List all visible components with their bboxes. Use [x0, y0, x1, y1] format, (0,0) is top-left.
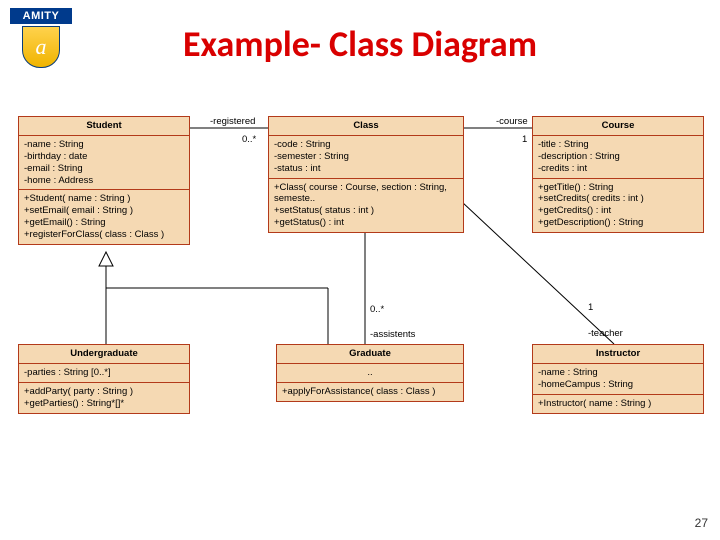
- op: +registerForClass( class : Class ): [24, 229, 184, 241]
- class-box-undergraduate: Undergraduate -parties : String [0..*] +…: [18, 344, 190, 414]
- class-ops: +Instructor( name : String ): [533, 395, 703, 413]
- attr: -homeCampus : String: [538, 379, 698, 391]
- op: +getStatus() : int: [274, 217, 458, 229]
- attr: -name : String: [538, 367, 698, 379]
- op: +Class( course : Course, section : Strin…: [274, 182, 458, 206]
- attr: -credits : int: [538, 163, 698, 175]
- class-ops: +Student( name : String ) +setEmail( ema…: [19, 190, 189, 244]
- attr: -status : int: [274, 163, 458, 175]
- op: +getTitle() : String: [538, 182, 698, 194]
- class-attrs: -code : String -semester : String -statu…: [269, 136, 463, 179]
- class-box-instructor: Instructor -name : String -homeCampus : …: [532, 344, 704, 414]
- class-attrs: -name : String -birthday : date -email :…: [19, 136, 189, 191]
- op: +Instructor( name : String ): [538, 398, 698, 410]
- assoc-teacher-mult: 1: [588, 302, 593, 313]
- assoc-assistents-label: -assistents: [370, 329, 415, 340]
- class-attrs: -name : String -homeCampus : String: [533, 364, 703, 395]
- op: +setStatus( status : int ): [274, 205, 458, 217]
- attr: -birthday : date: [24, 151, 184, 163]
- class-ops: +getTitle() : String +setCredits( credit…: [533, 179, 703, 233]
- class-box-graduate: Graduate .. +applyForAssistance( class :…: [276, 344, 464, 402]
- class-attrs: ..: [277, 364, 463, 383]
- attr: -semester : String: [274, 151, 458, 163]
- attr: -code : String: [274, 139, 458, 151]
- class-diagram: -registered 0..* -course 1 0..* -assiste…: [18, 112, 702, 472]
- class-box-student: Student -name : String -birthday : date …: [18, 116, 190, 245]
- op: +getEmail() : String: [24, 217, 184, 229]
- class-ops: +applyForAssistance( class : Class ): [277, 383, 463, 401]
- class-name: Graduate: [277, 345, 463, 364]
- assoc-registered-mult: 0..*: [242, 134, 256, 145]
- attr: -email : String: [24, 163, 184, 175]
- class-name: Class: [269, 117, 463, 136]
- op: +addParty( party : String ): [24, 386, 184, 398]
- class-box-course: Course -title : String -description : St…: [532, 116, 704, 233]
- op: +Student( name : String ): [24, 193, 184, 205]
- attr: -description : String: [538, 151, 698, 163]
- assoc-course-label: -course: [496, 116, 528, 127]
- class-name: Undergraduate: [19, 345, 189, 364]
- class-ops: +Class( course : Course, section : Strin…: [269, 179, 463, 233]
- class-box-class: Class -code : String -semester : String …: [268, 116, 464, 233]
- class-name: Student: [19, 117, 189, 136]
- assoc-registered-label: -registered: [210, 116, 255, 127]
- assoc-teacher-label: -teacher: [588, 328, 623, 339]
- class-attrs: -title : String -description : String -c…: [533, 136, 703, 179]
- attr: -title : String: [538, 139, 698, 151]
- attr: -name : String: [24, 139, 184, 151]
- op: +setEmail( email : String ): [24, 205, 184, 217]
- class-name: Instructor: [533, 345, 703, 364]
- op: +getParties() : String*[]*: [24, 398, 184, 410]
- page-number: 27: [695, 516, 708, 530]
- assoc-course-mult: 1: [522, 134, 527, 145]
- slide-title: Example- Class Diagram: [0, 22, 720, 66]
- attr: ..: [282, 367, 458, 379]
- class-name: Course: [533, 117, 703, 136]
- assoc-assistents-mult: 0..*: [370, 304, 384, 315]
- op: +getCredits() : int: [538, 205, 698, 217]
- class-attrs: -parties : String [0..*]: [19, 364, 189, 383]
- attr: -home : Address: [24, 175, 184, 187]
- op: +applyForAssistance( class : Class ): [282, 386, 458, 398]
- attr: -parties : String [0..*]: [24, 367, 184, 379]
- op: +setCredits( credits : int ): [538, 193, 698, 205]
- op: +getDescription() : String: [538, 217, 698, 229]
- class-ops: +addParty( party : String ) +getParties(…: [19, 383, 189, 413]
